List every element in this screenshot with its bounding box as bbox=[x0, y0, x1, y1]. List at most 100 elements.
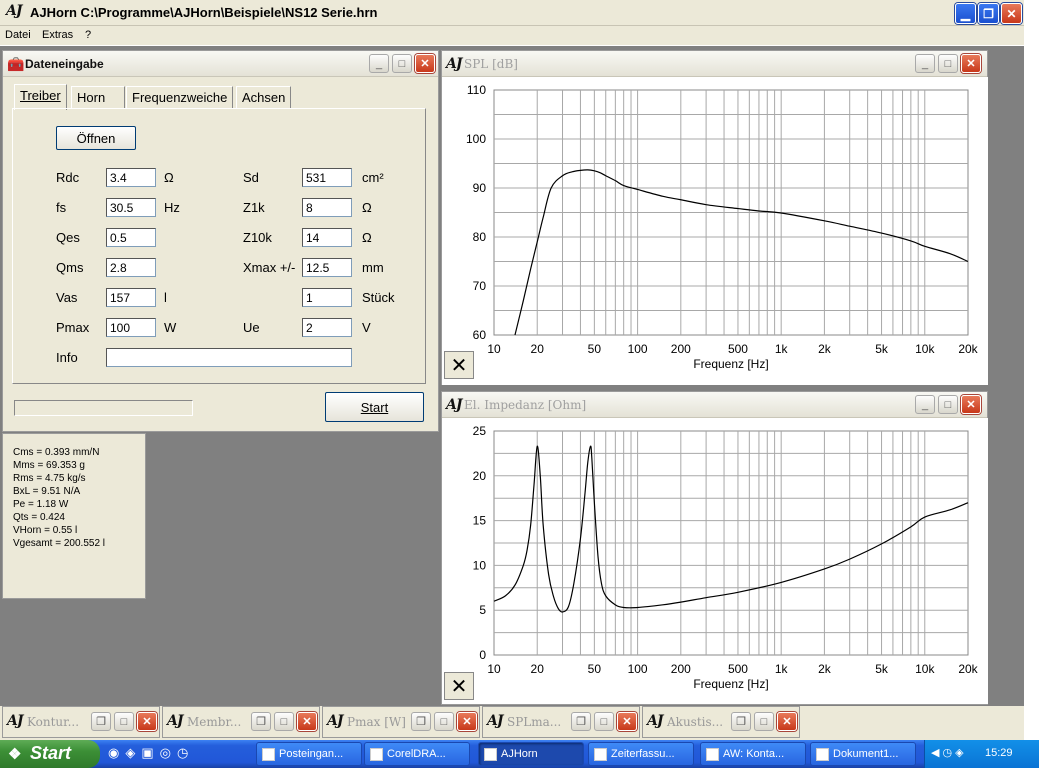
minimize-icon[interactable]: ▁ bbox=[955, 3, 976, 24]
field-input[interactable]: 3.4 bbox=[106, 168, 156, 187]
close-icon[interactable]: ✕ bbox=[137, 712, 157, 731]
field-label: Ue bbox=[243, 320, 260, 335]
close-icon[interactable]: ✕ bbox=[961, 395, 981, 414]
menubar: Datei Extras ? bbox=[0, 26, 1024, 46]
minimize-icon[interactable]: _ bbox=[915, 54, 935, 73]
taskbar-item[interactable]: Dokument1... bbox=[810, 742, 916, 766]
tray-icons[interactable]: ◀ ◷ ◈ bbox=[931, 746, 964, 759]
field-input[interactable]: 100 bbox=[106, 318, 156, 337]
app-icon bbox=[594, 748, 607, 761]
x-tick-label: 50 bbox=[588, 662, 602, 676]
minimized-window[interactable]: AJ Membr... ❐ □ ✕ bbox=[162, 706, 320, 738]
restore-icon[interactable]: ❐ bbox=[978, 3, 999, 24]
open-button[interactable]: Öffnen bbox=[56, 126, 136, 150]
close-chart-icon[interactable]: ✕ bbox=[444, 351, 474, 379]
taskbar-item[interactable]: CorelDRA... bbox=[364, 742, 470, 766]
input-window-titlebar: 🧰 Dateneingabe _ □ ✕ bbox=[3, 51, 438, 77]
field-input[interactable]: 8 bbox=[302, 198, 352, 217]
close-icon[interactable]: ✕ bbox=[457, 712, 477, 731]
tab-horn[interactable]: Horn bbox=[71, 86, 125, 108]
x-tick-label: 100 bbox=[628, 662, 648, 676]
impedance-chart: 0 5 10 15 20 25 10 20 50 100 200 500 1k 2k 5k 10k 20k Fre… bbox=[442, 418, 988, 704]
restore-icon[interactable]: ❐ bbox=[411, 712, 431, 731]
close-icon[interactable]: ✕ bbox=[777, 712, 797, 731]
app-titlebar: AJ AJHorn C:\Programme\AJHorn\Beispiele\… bbox=[0, 0, 1024, 26]
maximize-icon[interactable]: □ bbox=[274, 712, 294, 731]
y-tick-label: 5 bbox=[479, 603, 486, 617]
field-input[interactable]: 30.5 bbox=[106, 198, 156, 217]
field-input[interactable]: 157 bbox=[106, 288, 156, 307]
close-icon[interactable]: ✕ bbox=[1001, 3, 1022, 24]
y-tick-label: 70 bbox=[473, 279, 487, 293]
taskbar-item[interactable]: Posteingan... bbox=[256, 742, 362, 766]
x-tick-label: 2k bbox=[818, 662, 832, 676]
maximize-icon[interactable]: □ bbox=[114, 712, 134, 731]
maximize-icon[interactable]: □ bbox=[938, 395, 958, 414]
field-input[interactable]: 2.8 bbox=[106, 258, 156, 277]
aj-logo-icon: AJ bbox=[6, 3, 22, 19]
maximize-icon[interactable]: □ bbox=[434, 712, 454, 731]
field-label: Info bbox=[56, 350, 78, 365]
spl-window-title: SPL [dB] bbox=[464, 57, 518, 71]
result-line: Cms = 0.393 mm/N bbox=[13, 447, 100, 458]
result-line: VHorn = 0.55 l bbox=[13, 525, 78, 536]
quicklaunch-icons[interactable]: ◉◈▣◎◷ bbox=[108, 745, 194, 761]
close-chart-icon[interactable]: ✕ bbox=[444, 672, 474, 700]
close-icon[interactable]: ✕ bbox=[415, 54, 435, 73]
close-icon[interactable]: ✕ bbox=[961, 54, 981, 73]
field-input[interactable]: 12.5 bbox=[302, 258, 352, 277]
close-icon[interactable]: ✕ bbox=[617, 712, 637, 731]
field-unit: Ω bbox=[362, 230, 372, 245]
maximize-icon[interactable]: □ bbox=[392, 54, 412, 73]
app-title: AJHorn C:\Programme\AJHorn\Beispiele\NS1… bbox=[30, 5, 378, 20]
maximize-icon[interactable]: □ bbox=[938, 54, 958, 73]
taskbar-item[interactable]: AJHorn bbox=[478, 742, 584, 766]
taskbar-item[interactable]: AW: Konta... bbox=[700, 742, 806, 766]
start-menu-button[interactable]: ❖ Start bbox=[0, 740, 100, 768]
y-tick-label: 25 bbox=[473, 424, 487, 438]
minimized-window[interactable]: AJ Pmax [W] ❐ □ ✕ bbox=[322, 706, 480, 738]
field-input[interactable]: 1 bbox=[302, 288, 352, 307]
taskbar-item[interactable]: Zeiterfassu... bbox=[588, 742, 694, 766]
minimize-icon[interactable]: _ bbox=[369, 54, 389, 73]
restore-icon[interactable]: ❐ bbox=[731, 712, 751, 731]
app-icon bbox=[370, 748, 383, 761]
field-input[interactable] bbox=[106, 348, 352, 367]
aj-logo-icon: AJ bbox=[327, 713, 343, 729]
maximize-icon[interactable]: □ bbox=[594, 712, 614, 731]
field-unit: Ω bbox=[164, 170, 174, 185]
minimized-window[interactable]: AJ Kontur... ❐ □ ✕ bbox=[2, 706, 160, 738]
minimized-window[interactable]: AJ Akustis... ❐ □ ✕ bbox=[642, 706, 800, 738]
menu-datei[interactable]: Datei bbox=[5, 29, 31, 41]
field-input[interactable]: 0.5 bbox=[106, 228, 156, 247]
tab-frequenzweiche[interactable]: Frequenzweiche bbox=[126, 86, 234, 108]
x-axis-label: Frequenz [Hz] bbox=[693, 677, 768, 691]
maximize-icon[interactable]: □ bbox=[754, 712, 774, 731]
restore-icon[interactable]: ❐ bbox=[91, 712, 111, 731]
tab-treiber[interactable]: Treiber bbox=[14, 84, 67, 110]
start-button[interactable]: Start bbox=[325, 392, 424, 422]
x-tick-label: 500 bbox=[728, 342, 748, 356]
y-tick-label: 80 bbox=[473, 230, 487, 244]
field-unit: l bbox=[164, 290, 167, 305]
x-tick-label: 2k bbox=[818, 342, 832, 356]
field-input[interactable]: 531 bbox=[302, 168, 352, 187]
field-input[interactable]: 14 bbox=[302, 228, 352, 247]
minimize-icon[interactable]: _ bbox=[915, 395, 935, 414]
field-label: fs bbox=[56, 200, 67, 215]
system-tray: ◀ ◷ ◈ 15:29 bbox=[924, 740, 1039, 768]
close-icon[interactable]: ✕ bbox=[297, 712, 317, 731]
restore-icon[interactable]: ❐ bbox=[251, 712, 271, 731]
field-input[interactable]: 2 bbox=[302, 318, 352, 337]
tab-achsen[interactable]: Achsen bbox=[236, 86, 292, 108]
restore-icon[interactable]: ❐ bbox=[571, 712, 591, 731]
menu-help[interactable]: ? bbox=[85, 29, 91, 41]
x-tick-label: 10k bbox=[915, 662, 935, 676]
results-panel: Cms = 0.393 mm/N Mms = 69.353 g Rms = 4.75… bbox=[2, 433, 146, 599]
windows-logo-icon: ❖ bbox=[8, 746, 22, 763]
field-label: Qes bbox=[56, 230, 80, 245]
aj-logo-icon: AJ bbox=[167, 713, 183, 729]
menu-extras[interactable]: Extras bbox=[42, 29, 73, 41]
x-tick-label: 20 bbox=[531, 662, 545, 676]
minimized-window[interactable]: AJ SPLma... ❐ □ ✕ bbox=[482, 706, 640, 738]
